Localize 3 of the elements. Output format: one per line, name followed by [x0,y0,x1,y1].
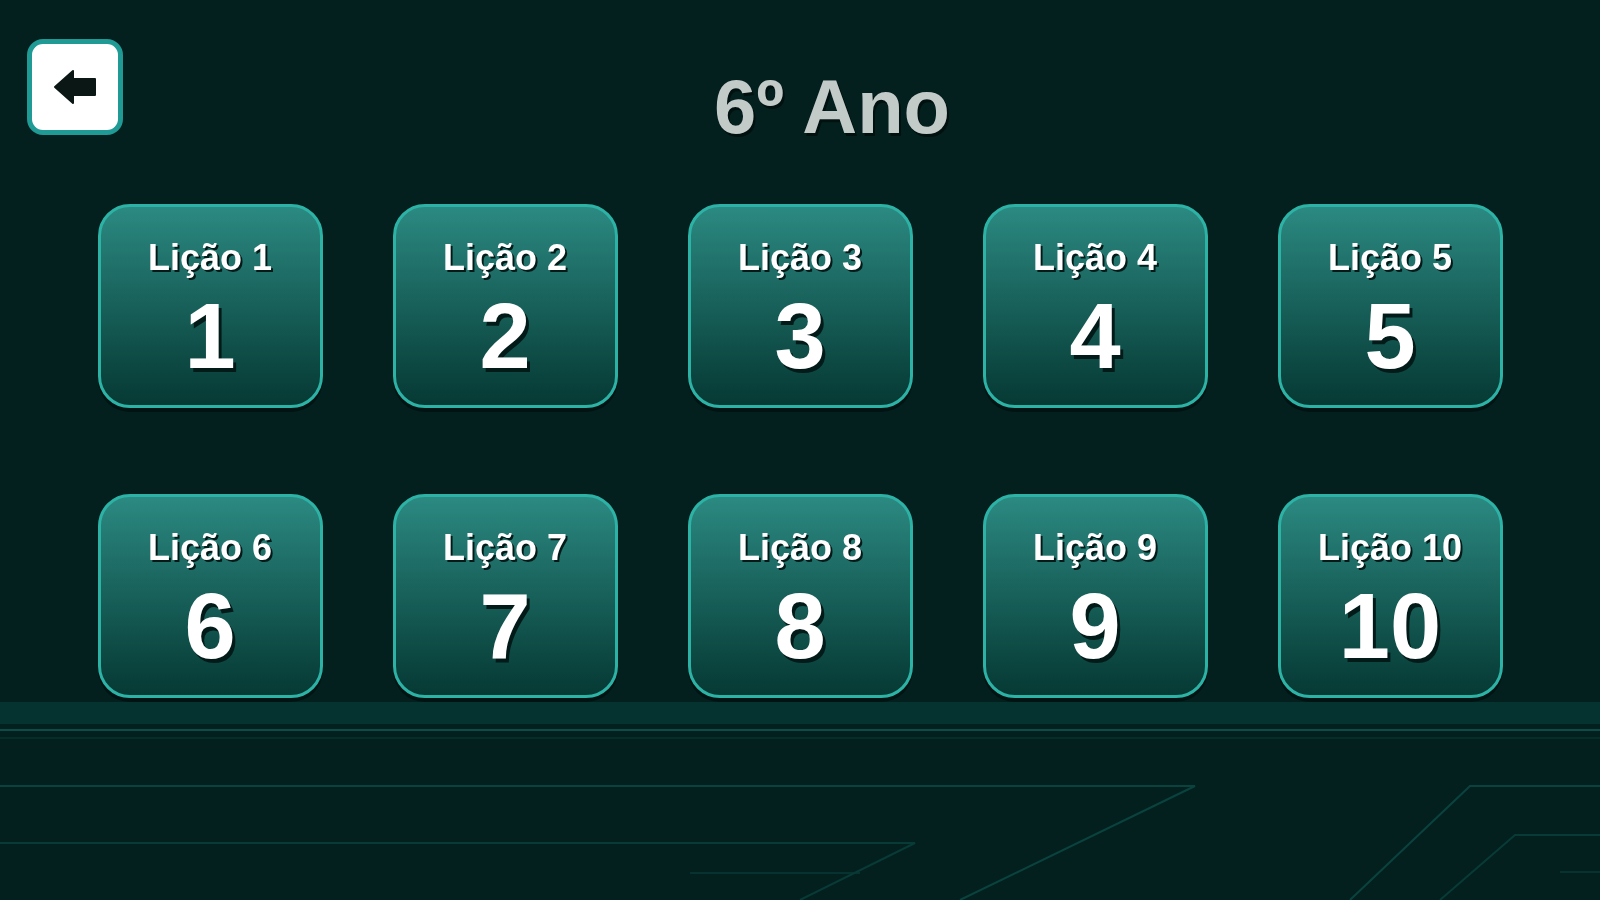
page-title: 6º Ano [713,69,951,145]
back-button[interactable] [27,39,123,135]
left-arrow-icon [53,69,97,105]
